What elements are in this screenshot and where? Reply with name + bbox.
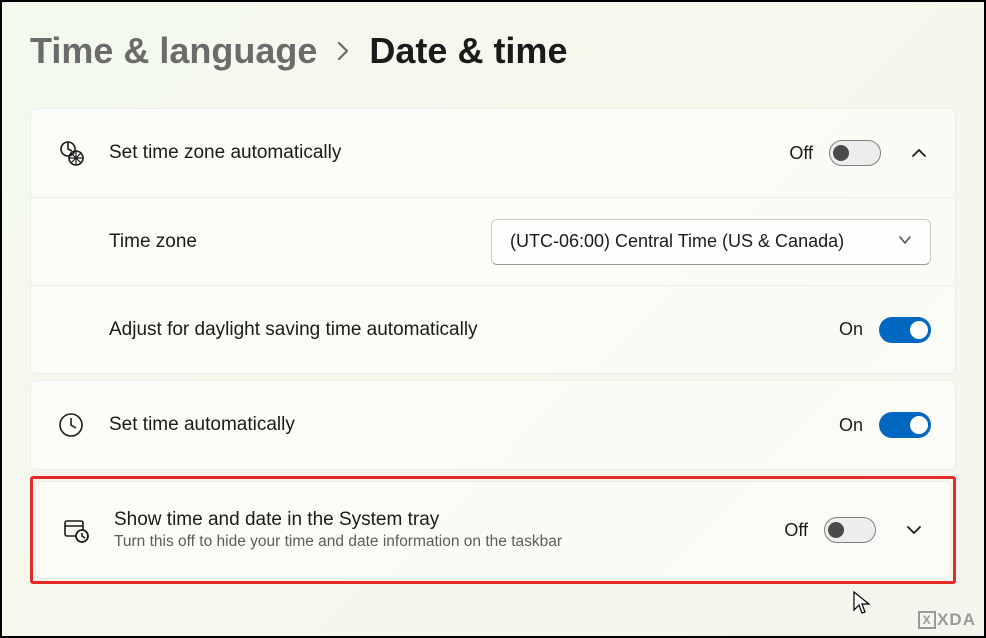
card-system-tray: Show time and date in the System tray Tu… bbox=[35, 481, 951, 579]
toggle-set-time-zone-auto[interactable] bbox=[829, 140, 881, 166]
chevron-down-icon bbox=[898, 231, 912, 252]
taskbar-clock-icon bbox=[60, 516, 92, 544]
row-dst: Adjust for daylight saving time automati… bbox=[31, 285, 955, 373]
clock-icon bbox=[55, 412, 87, 438]
toggle-state-text: On bbox=[839, 319, 863, 340]
toggle-state-text: On bbox=[839, 415, 863, 436]
row-system-tray[interactable]: Show time and date in the System tray Tu… bbox=[36, 482, 950, 578]
breadcrumb-parent[interactable]: Time & language bbox=[30, 30, 317, 72]
chevron-up-icon bbox=[910, 144, 928, 162]
row-set-time-auto: Set time automatically On bbox=[31, 381, 955, 469]
row-label: Adjust for daylight saving time automati… bbox=[109, 319, 839, 341]
chevron-right-icon bbox=[335, 40, 351, 62]
row-time-zone: Time zone (UTC-06:00) Central Time (US &… bbox=[31, 197, 955, 285]
toggle-state-text: Off bbox=[789, 143, 813, 164]
toggle-set-time-auto[interactable] bbox=[879, 412, 931, 438]
toggle-dst[interactable] bbox=[879, 317, 931, 343]
row-set-time-zone-auto[interactable]: Set time zone automatically Off bbox=[31, 109, 955, 197]
time-zone-select[interactable]: (UTC-06:00) Central Time (US & Canada) bbox=[491, 219, 931, 265]
watermark-text: XDA bbox=[937, 610, 976, 630]
time-zone-value: (UTC-06:00) Central Time (US & Canada) bbox=[510, 231, 844, 252]
mouse-cursor-icon bbox=[852, 590, 872, 621]
breadcrumb: Time & language Date & time bbox=[30, 30, 956, 72]
row-label: Show time and date in the System tray bbox=[114, 509, 784, 531]
collapse-button[interactable] bbox=[907, 141, 931, 165]
row-label: Set time automatically bbox=[109, 414, 839, 436]
toggle-system-tray-clock[interactable] bbox=[824, 517, 876, 543]
row-sublabel: Turn this off to hide your time and date… bbox=[114, 533, 784, 551]
watermark: X XDA bbox=[918, 610, 976, 630]
globe-clock-icon bbox=[55, 139, 87, 167]
card-set-time-auto: Set time automatically On bbox=[30, 380, 956, 470]
watermark-x-icon: X bbox=[918, 611, 936, 629]
highlighted-region: Show time and date in the System tray Tu… bbox=[30, 476, 956, 584]
page-title: Date & time bbox=[369, 30, 567, 72]
chevron-down-icon bbox=[905, 521, 923, 539]
row-label: Time zone bbox=[109, 231, 491, 253]
toggle-state-text: Off bbox=[784, 520, 808, 541]
expand-button[interactable] bbox=[902, 518, 926, 542]
row-label: Set time zone automatically bbox=[109, 142, 789, 164]
card-time-zone-group: Set time zone automatically Off Time zon… bbox=[30, 108, 956, 374]
